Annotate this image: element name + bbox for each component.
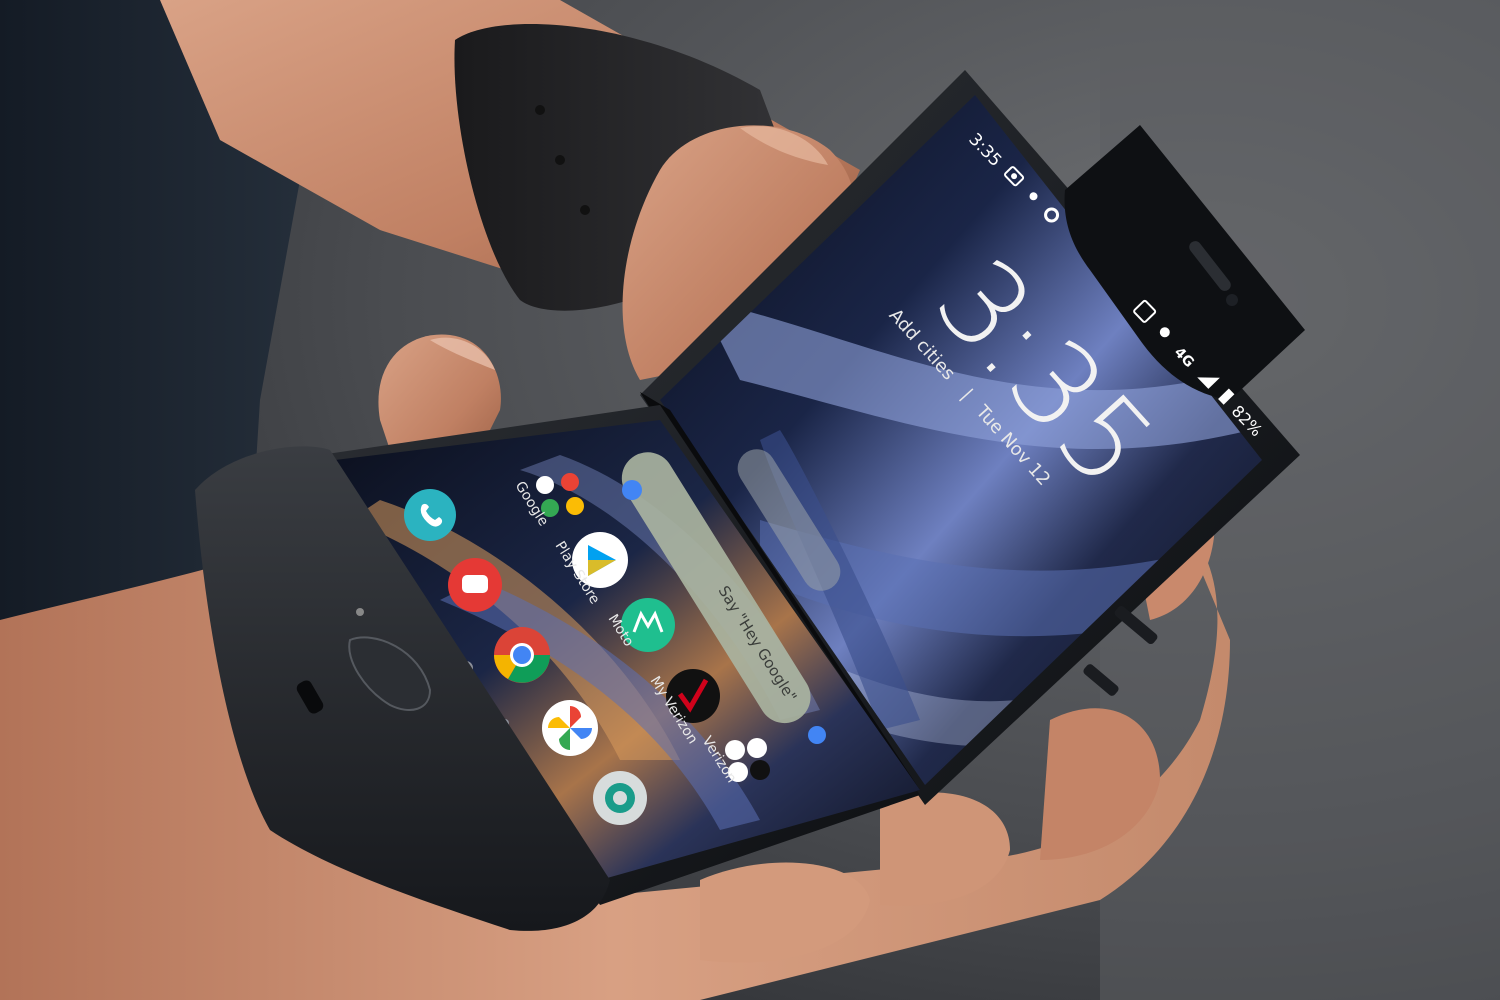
mic-icon[interactable] (808, 726, 826, 744)
strap-hole (555, 155, 565, 165)
google-g-icon (622, 480, 642, 500)
front-camera (1226, 294, 1238, 306)
phone-icon (404, 489, 456, 541)
app-messages[interactable] (448, 558, 502, 612)
chat-bubble-glyph (462, 575, 488, 593)
app-duo[interactable] (593, 771, 647, 825)
duo-center (613, 791, 627, 805)
strap-hole (535, 105, 545, 115)
led-dot (356, 608, 364, 616)
chrome-center (513, 646, 531, 664)
app-chrome[interactable] (494, 627, 550, 683)
photo-svg: 3:35 4G 82% 3 : 35 Add cities | Tue Nov … (0, 0, 1500, 1000)
app-phone[interactable] (404, 489, 456, 541)
app-photos[interactable] (542, 700, 598, 756)
photo-scene: 3:35 4G 82% 3 : 35 Add cities | Tue Nov … (0, 0, 1500, 1000)
strap-hole (580, 205, 590, 215)
